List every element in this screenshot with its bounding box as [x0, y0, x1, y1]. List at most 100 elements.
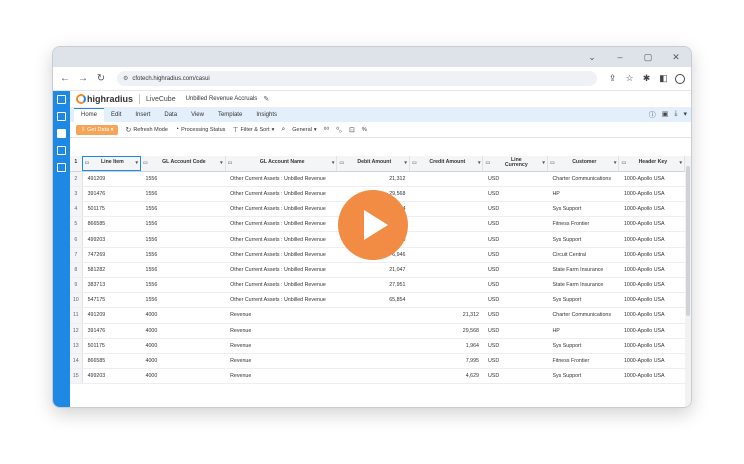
tab-template[interactable]: Template [211, 108, 249, 122]
cell-credit[interactable] [409, 186, 483, 203]
save-icon[interactable]: ▣ [662, 110, 669, 120]
cell-debit[interactable]: 21,047 [336, 262, 410, 279]
column-header-debit-amount[interactable]: ▭ Debit Amount ▾ [336, 156, 410, 172]
reload-icon[interactable]: ↻ [95, 73, 107, 84]
tab-edit[interactable]: Edit [104, 108, 128, 122]
cell-name[interactable]: Other Current Assets : Unbilled Revenue [225, 201, 337, 218]
cell-key[interactable]: 1000-Apollo USA [618, 292, 685, 309]
edit-pencil-icon[interactable]: ✎ [263, 95, 269, 103]
bookmark-star-icon[interactable]: ☆ [624, 73, 635, 84]
cell-line[interactable]: 866585 [82, 353, 141, 370]
cell-cur[interactable]: USD [482, 171, 548, 187]
cell-code[interactable]: 4000 [140, 368, 226, 385]
cell-code[interactable]: 1556 [140, 247, 226, 263]
cell-cust[interactable]: State Farm Insurance [547, 262, 619, 279]
cell-cur[interactable]: USD [482, 201, 548, 218]
cell-code[interactable]: 1556 [140, 186, 226, 203]
site-info-icon[interactable]: ⚙ [123, 75, 128, 82]
get-data-button[interactable]: ⇩ Get Data ▾ [76, 124, 119, 135]
row-number[interactable]: 3 [70, 186, 83, 203]
extensions-icon[interactable]: ✱ [641, 73, 652, 84]
row-number[interactable]: 14 [70, 353, 83, 370]
cell-cust[interactable]: State Farm Insurance [547, 277, 619, 294]
back-icon[interactable]: ← [59, 73, 71, 84]
row-number[interactable]: 13 [70, 338, 83, 354]
filter-sort-button[interactable]: ⊤ Filter & Sort ▾ [232, 126, 274, 134]
cell-cust[interactable]: HP [547, 186, 619, 203]
number-format-dropdown[interactable]: General ▾ [292, 127, 316, 133]
cell-key[interactable]: 1000-Apollo USA [618, 231, 685, 248]
spreadsheet-icon[interactable] [57, 129, 66, 138]
cell-cur[interactable]: USD [482, 216, 548, 233]
cell-line[interactable]: 391476 [82, 186, 141, 203]
tab-insert[interactable]: Insert [128, 108, 157, 122]
cell-cust[interactable]: HP [547, 323, 619, 339]
cell-credit[interactable] [409, 216, 483, 233]
side-panel-icon[interactable]: ◧ [658, 73, 669, 84]
cell-line[interactable]: 491209 [82, 307, 141, 324]
column-menu-icon[interactable]: ▾ [332, 160, 335, 167]
cell-code[interactable]: 4000 [140, 323, 226, 339]
refresh-mode-button[interactable]: ↻ Refresh Mode [125, 126, 167, 134]
cell-key[interactable]: 1000-Apollo USA [618, 353, 685, 370]
cell-key[interactable]: 1000-Apollo USA [618, 368, 685, 385]
cell-code[interactable]: 4000 [140, 353, 226, 370]
cell-debit[interactable]: 21,312 [336, 171, 410, 187]
cell-cur[interactable]: USD [482, 292, 548, 309]
column-header-credit-amount[interactable]: ▭ Credit Amount ▾ [409, 156, 484, 172]
column-header-gl-account-name[interactable]: ▭ GL Account Name ▾ [225, 156, 338, 172]
cell-cur[interactable]: USD [482, 262, 548, 279]
close-button[interactable]: ✕ [669, 51, 683, 63]
column-menu-icon[interactable]: ▾ [404, 160, 407, 167]
cell-cur[interactable]: USD [482, 323, 548, 339]
cell-code[interactable]: 4000 [140, 338, 226, 354]
cell-credit[interactable]: 29,568 [409, 323, 483, 339]
currency-format-icon[interactable]: ⊡ [349, 126, 355, 134]
cell-code[interactable]: 4000 [140, 307, 226, 324]
column-menu-icon[interactable]: ▾ [220, 160, 223, 167]
row-number[interactable]: 15 [70, 368, 83, 385]
cell-key[interactable]: 1000-Apollo USA [618, 277, 685, 294]
cell-debit[interactable] [336, 353, 410, 370]
cell-credit[interactable]: 7,995 [409, 353, 483, 370]
cell-credit[interactable]: 4,629 [409, 368, 483, 385]
cell-cust[interactable]: Sys Support [547, 368, 619, 385]
percent-format-button[interactable]: % [362, 127, 367, 133]
cell-code[interactable]: 1556 [140, 277, 226, 294]
cell-code[interactable]: 1556 [140, 262, 226, 279]
vertical-scrollbar[interactable] [685, 156, 691, 407]
cell-name[interactable]: Revenue [225, 338, 337, 354]
cell-cust[interactable]: Sys Support [547, 338, 619, 354]
cell-cust[interactable]: Fitness Frontier [547, 216, 619, 233]
cell-line[interactable]: 383713 [82, 277, 141, 294]
cell-name[interactable]: Revenue [225, 307, 337, 324]
cell-line[interactable]: 747269 [82, 247, 141, 263]
cell-cust[interactable]: Fitness Frontier [547, 353, 619, 370]
tab-home[interactable]: Home [74, 108, 105, 122]
profile-avatar-icon[interactable] [675, 73, 685, 84]
minimize-button[interactable]: – [613, 51, 627, 63]
cell-key[interactable]: 1000-Apollo USA [618, 247, 685, 263]
cell-name[interactable]: Other Current Assets : Unbilled Revenue [225, 277, 337, 294]
cell-debit[interactable]: 27,951 [336, 277, 410, 294]
cell-name[interactable]: Other Current Assets : Unbilled Revenue [225, 186, 337, 203]
cell-key[interactable]: 1000-Apollo USA [618, 201, 685, 218]
row-number[interactable]: 7 [70, 247, 83, 263]
cell-line[interactable]: 499203 [82, 368, 141, 385]
cell-credit[interactable] [409, 292, 483, 309]
document-icon[interactable] [57, 112, 66, 121]
cell-cur[interactable]: USD [482, 353, 548, 370]
cell-code[interactable]: 1556 [140, 216, 226, 233]
row-number[interactable]: 2 [70, 171, 83, 187]
cell-line[interactable]: 547175 [82, 292, 141, 309]
cell-key[interactable]: 1000-Apollo USA [618, 262, 685, 279]
cell-cur[interactable]: USD [482, 368, 548, 385]
cell-name[interactable]: Revenue [225, 368, 337, 385]
tab-insights[interactable]: Insights [249, 108, 284, 122]
cell-cust[interactable]: Sys Support [547, 231, 619, 248]
column-menu-icon[interactable]: ▾ [679, 160, 682, 167]
cell-cur[interactable]: USD [482, 307, 548, 324]
cell-credit[interactable] [409, 201, 483, 218]
tab-view[interactable]: View [184, 108, 211, 122]
cell-debit[interactable]: 65,854 [336, 292, 410, 309]
